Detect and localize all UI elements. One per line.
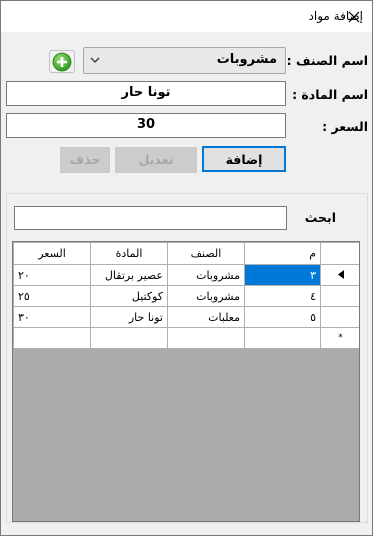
row-header[interactable]	[320, 306, 359, 328]
cell-category[interactable]: مشروبات	[167, 285, 245, 307]
category-select[interactable]: مشروبات	[83, 47, 286, 74]
table-row[interactable]: ٤ مشروبات كوكتيل ٢٥	[13, 285, 359, 307]
category-select-value: مشروبات	[216, 52, 277, 67]
header-row: م الصنف المادة السعر	[13, 242, 359, 265]
cell-price[interactable]: ٣٠	[13, 306, 91, 328]
new-cell-id[interactable]	[244, 327, 321, 349]
new-cell-category[interactable]	[167, 327, 245, 349]
cell-price[interactable]: ٢٠	[13, 264, 91, 286]
cell-id[interactable]: ٤	[244, 285, 321, 307]
new-cell-item[interactable]	[90, 327, 168, 349]
cell-category[interactable]: مشروبات	[167, 264, 245, 286]
row-header[interactable]	[320, 264, 359, 286]
current-row-arrow-icon	[337, 269, 344, 279]
items-grid: م الصنف المادة السعر ٣ مشروبات عصير برتق…	[12, 241, 360, 522]
plus-circle-icon	[52, 52, 72, 71]
edit-button[interactable]: تعديل	[115, 147, 197, 173]
cell-item[interactable]: عصير برتقال	[90, 264, 168, 286]
column-header-price[interactable]: السعر	[13, 242, 91, 265]
column-header-id[interactable]: م	[244, 242, 321, 265]
chevron-down-icon	[90, 57, 100, 63]
title-bar: إضافة مواد	[1, 1, 372, 32]
cell-item[interactable]: كوكتيل	[90, 285, 168, 307]
item-name-label: اسم المادة :	[292, 87, 368, 102]
new-cell-price[interactable]	[13, 327, 91, 349]
row-header-corner	[320, 242, 359, 265]
row-header[interactable]	[320, 285, 359, 307]
add-items-window: إضافة مواد اسم الصنف : مشروبات اسم الماد…	[0, 0, 373, 536]
close-button[interactable]	[337, 2, 371, 31]
new-row[interactable]: *	[13, 327, 359, 349]
table-row[interactable]: ٥ معلبات تونا حار ٣٠	[13, 306, 359, 328]
close-icon	[348, 11, 360, 22]
cell-category[interactable]: معلبات	[167, 306, 245, 328]
search-label: ابحث	[304, 210, 336, 225]
price-field[interactable]: 30	[6, 113, 286, 138]
delete-button[interactable]: حذف	[60, 147, 110, 173]
cell-price[interactable]: ٢٥	[13, 285, 91, 307]
cell-id[interactable]: ٥	[244, 306, 321, 328]
items-table: م الصنف المادة السعر ٣ مشروبات عصير برتق…	[13, 242, 359, 349]
cell-item[interactable]: تونا حار	[90, 306, 168, 328]
search-input[interactable]	[14, 206, 287, 230]
add-button[interactable]: إضافة	[202, 146, 286, 172]
category-label: اسم الصنف :	[286, 53, 368, 68]
column-header-category[interactable]: الصنف	[167, 242, 245, 265]
item-name-field[interactable]: تونا حار	[6, 81, 286, 106]
table-row[interactable]: ٣ مشروبات عصير برتقال ٢٠	[13, 264, 359, 286]
cell-id[interactable]: ٣	[244, 264, 321, 286]
price-label: السعر :	[322, 119, 368, 134]
column-header-item[interactable]: المادة	[90, 242, 168, 265]
new-row-marker[interactable]: *	[320, 327, 359, 349]
add-category-button[interactable]	[49, 50, 75, 73]
